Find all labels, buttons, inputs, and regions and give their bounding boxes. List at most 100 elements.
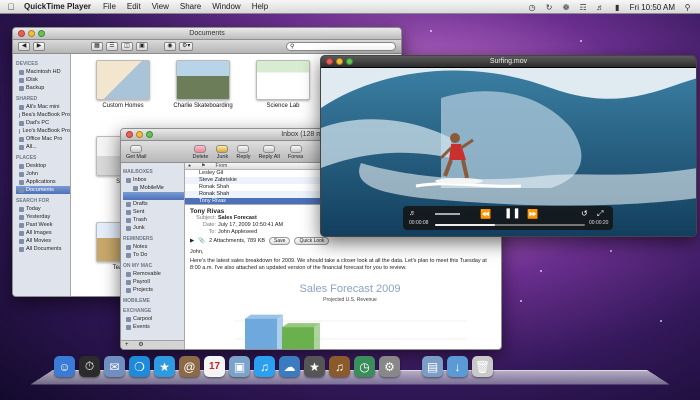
sidebar-item-search[interactable]: Today <box>16 205 70 213</box>
fullscreen-icon[interactable]: ⤢ <box>597 209 603 219</box>
sidebar-item-search[interactable]: All Images <box>16 229 70 237</box>
action-gear-icon[interactable]: ⚙ <box>138 342 143 348</box>
trash-icon[interactable]: 🗑 <box>472 356 493 377</box>
action-gear-icon[interactable]: ⚙▾ <box>179 42 194 51</box>
menu-file[interactable]: File <box>103 2 116 11</box>
dashboard-icon[interactable]: ⏱ <box>79 356 100 377</box>
share-icon[interactable]: ↺ <box>581 209 588 218</box>
iphoto-icon[interactable]: ☁ <box>279 356 300 377</box>
back-button[interactable]: ◀ <box>18 42 30 51</box>
file-item[interactable]: Custom Homes <box>93 60 153 109</box>
itunes-icon[interactable]: ♫ <box>254 356 275 377</box>
time-machine-status-icon[interactable]: ◷ <box>528 3 537 12</box>
sidebar-item-documents[interactable]: Documents <box>16 186 70 194</box>
scrubber-bar[interactable] <box>435 224 585 226</box>
mailbox-events[interactable]: Events <box>123 323 184 331</box>
finder-icon[interactable]: ☺ <box>54 356 75 377</box>
zoom-button[interactable] <box>346 58 353 65</box>
mailbox-notes[interactable]: Notes <box>123 243 184 251</box>
close-button[interactable] <box>326 58 333 65</box>
menu-clock[interactable]: Fri 10:50 AM <box>630 3 675 12</box>
coverflow-view-button[interactable]: ▣ <box>136 42 148 51</box>
sidebar-item-desktop[interactable]: Desktop <box>16 162 70 170</box>
sidebar-item-applications[interactable]: Applications <box>16 178 70 186</box>
garageband-icon[interactable]: ♫ <box>329 356 350 377</box>
battery-icon[interactable]: ▮ <box>613 3 622 12</box>
system-preferences-icon[interactable]: ⚙ <box>379 356 400 377</box>
time-machine-icon[interactable]: ◷ <box>354 356 375 377</box>
menu-share[interactable]: Share <box>180 2 201 11</box>
volume-icon[interactable]: ♬ <box>596 3 605 12</box>
junk-button[interactable]: Junk <box>216 145 229 160</box>
menu-app-name[interactable]: QuickTime Player <box>24 2 91 11</box>
address-book-icon[interactable]: @ <box>179 356 200 377</box>
sidebar-item-shared[interactable]: Bea's MacBook Pro <box>16 111 70 119</box>
file-item[interactable]: Science Lab <box>253 60 313 109</box>
quick-look-button[interactable]: Quick Look <box>294 237 330 245</box>
mailbox-projects[interactable]: Projects <box>123 286 184 294</box>
apple-menu-icon[interactable]:  <box>6 2 16 12</box>
column-view-button[interactable]: ◫ <box>121 42 133 51</box>
sidebar-item-idisk[interactable]: iDisk <box>16 76 70 84</box>
sync-status-icon[interactable]: ↻ <box>545 3 554 12</box>
sidebar-item-shared[interactable]: Office Mac Pro <box>16 135 70 143</box>
mail-icon[interactable]: ✉ <box>104 356 125 377</box>
imovie-icon[interactable]: ★ <box>304 356 325 377</box>
save-attachments-button[interactable]: Save <box>269 237 291 245</box>
menu-view[interactable]: View <box>152 2 169 11</box>
add-mailbox-icon[interactable]: + <box>125 342 129 348</box>
pause-button[interactable]: ❚❚ <box>504 208 521 219</box>
file-item[interactable]: Charlie Skateboarding <box>173 60 233 109</box>
get-mail-button[interactable]: Get Mail <box>126 145 146 160</box>
sidebar-item-shared-all[interactable]: All... <box>16 143 70 151</box>
disclosure-icon[interactable]: ▶ <box>190 238 194 244</box>
quick-look-button[interactable]: ◉ <box>164 42 176 51</box>
menu-edit[interactable]: Edit <box>127 2 141 11</box>
video-frame[interactable]: ♬ ⏪ ❚❚ ⏩ ↺ ⤢ 00:00:08 00:00:20 <box>321 68 696 236</box>
mailbox-mobileme[interactable]: MobileMe <box>123 184 184 192</box>
zoom-button[interactable] <box>38 30 45 37</box>
sidebar-item-shared[interactable]: Leo's MacBook Pro <box>16 127 70 135</box>
safari-icon[interactable]: ❍ <box>129 356 150 377</box>
volume-icon[interactable]: ♬ <box>409 210 416 217</box>
ical-icon[interactable]: 17 <box>204 356 225 377</box>
minimize-button[interactable] <box>336 58 343 65</box>
minimize-button[interactable] <box>28 30 35 37</box>
menu-help[interactable]: Help <box>252 2 268 11</box>
spotlight-icon[interactable]: ⚲ <box>683 3 692 12</box>
mailbox-junk[interactable]: Junk <box>123 224 184 232</box>
sidebar-item-search[interactable]: Past Week <box>16 221 70 229</box>
forward-button[interactable]: Forwa <box>288 145 303 160</box>
quicktime-titlebar[interactable]: Surfing.mov <box>321 56 696 68</box>
mailbox-removable[interactable]: Removable <box>123 270 184 278</box>
sidebar-item-search[interactable]: Yesterday <box>16 213 70 221</box>
mailbox-inbox[interactable]: Inbox <box>123 176 184 184</box>
sidebar-item-home[interactable]: John <box>16 170 70 178</box>
list-view-button[interactable]: ☰ <box>106 42 118 51</box>
preview-icon[interactable]: ▣ <box>229 356 250 377</box>
sidebar-item-shared[interactable]: Ali's Mac mini <box>16 103 70 111</box>
mailbox-selected[interactable] <box>123 192 184 200</box>
ichat-icon[interactable]: ★ <box>154 356 175 377</box>
mailbox-todo[interactable]: To Do <box>123 251 184 259</box>
volume-slider[interactable] <box>435 213 460 215</box>
documents-stack-icon[interactable]: ▤ <box>422 356 443 377</box>
fast-forward-button[interactable]: ⏩ <box>527 209 538 220</box>
zoom-button[interactable] <box>146 131 153 138</box>
sidebar-item-backup[interactable]: Backup <box>16 84 70 92</box>
mailbox-sent[interactable]: Sent <box>123 208 184 216</box>
sidebar-item-search[interactable]: All Movies <box>16 237 70 245</box>
reply-all-button[interactable]: Reply All <box>258 145 280 160</box>
finder-titlebar[interactable]: Documents <box>13 28 401 40</box>
rewind-button[interactable]: ⏪ <box>480 209 491 220</box>
delete-button[interactable]: Delete <box>192 145 208 160</box>
wifi-icon[interactable]: ☶ <box>579 3 588 12</box>
sidebar-item-search[interactable]: All Documents <box>16 245 70 253</box>
mailbox-trash[interactable]: Trash <box>123 216 184 224</box>
sidebar-item-macintosh-hd[interactable]: Macintosh HD <box>16 68 70 76</box>
downloads-stack-icon[interactable]: ↓ <box>447 356 468 377</box>
forward-button[interactable]: ▶ <box>33 42 45 51</box>
minimize-button[interactable] <box>136 131 143 138</box>
mailbox-payroll[interactable]: Payroll <box>123 278 184 286</box>
search-input[interactable]: ⚲ <box>286 42 396 51</box>
